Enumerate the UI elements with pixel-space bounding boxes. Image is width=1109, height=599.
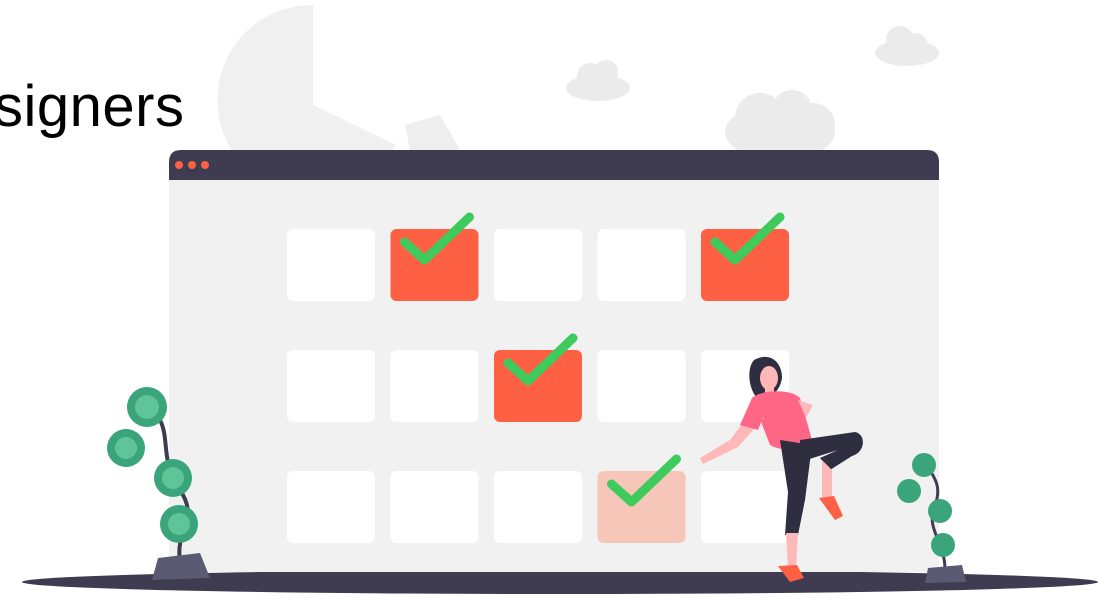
calendar-cell-empty <box>390 350 479 422</box>
calendar-cell-empty <box>494 229 582 301</box>
calendar-cell-empty <box>701 471 789 543</box>
calendar-cell-empty <box>597 229 686 301</box>
calendar-cell-empty <box>390 471 479 543</box>
cloud-icon <box>725 90 835 160</box>
cloud-icon <box>875 26 939 66</box>
calendar-grid <box>287 212 789 543</box>
illustration-scene: signers <box>0 0 1109 599</box>
calendar-cell-empty <box>597 350 686 422</box>
calendar-cell-empty <box>287 471 375 543</box>
background-slice-shape <box>405 115 460 150</box>
calendar-cell-empty <box>287 350 375 422</box>
window-title-bar <box>169 150 939 180</box>
calendar-cell-empty <box>494 471 582 543</box>
calendar-cell-empty <box>287 229 375 301</box>
cloud-icon <box>566 60 630 101</box>
three-dots-icon <box>175 161 209 169</box>
heading-text: signers <box>0 74 185 139</box>
